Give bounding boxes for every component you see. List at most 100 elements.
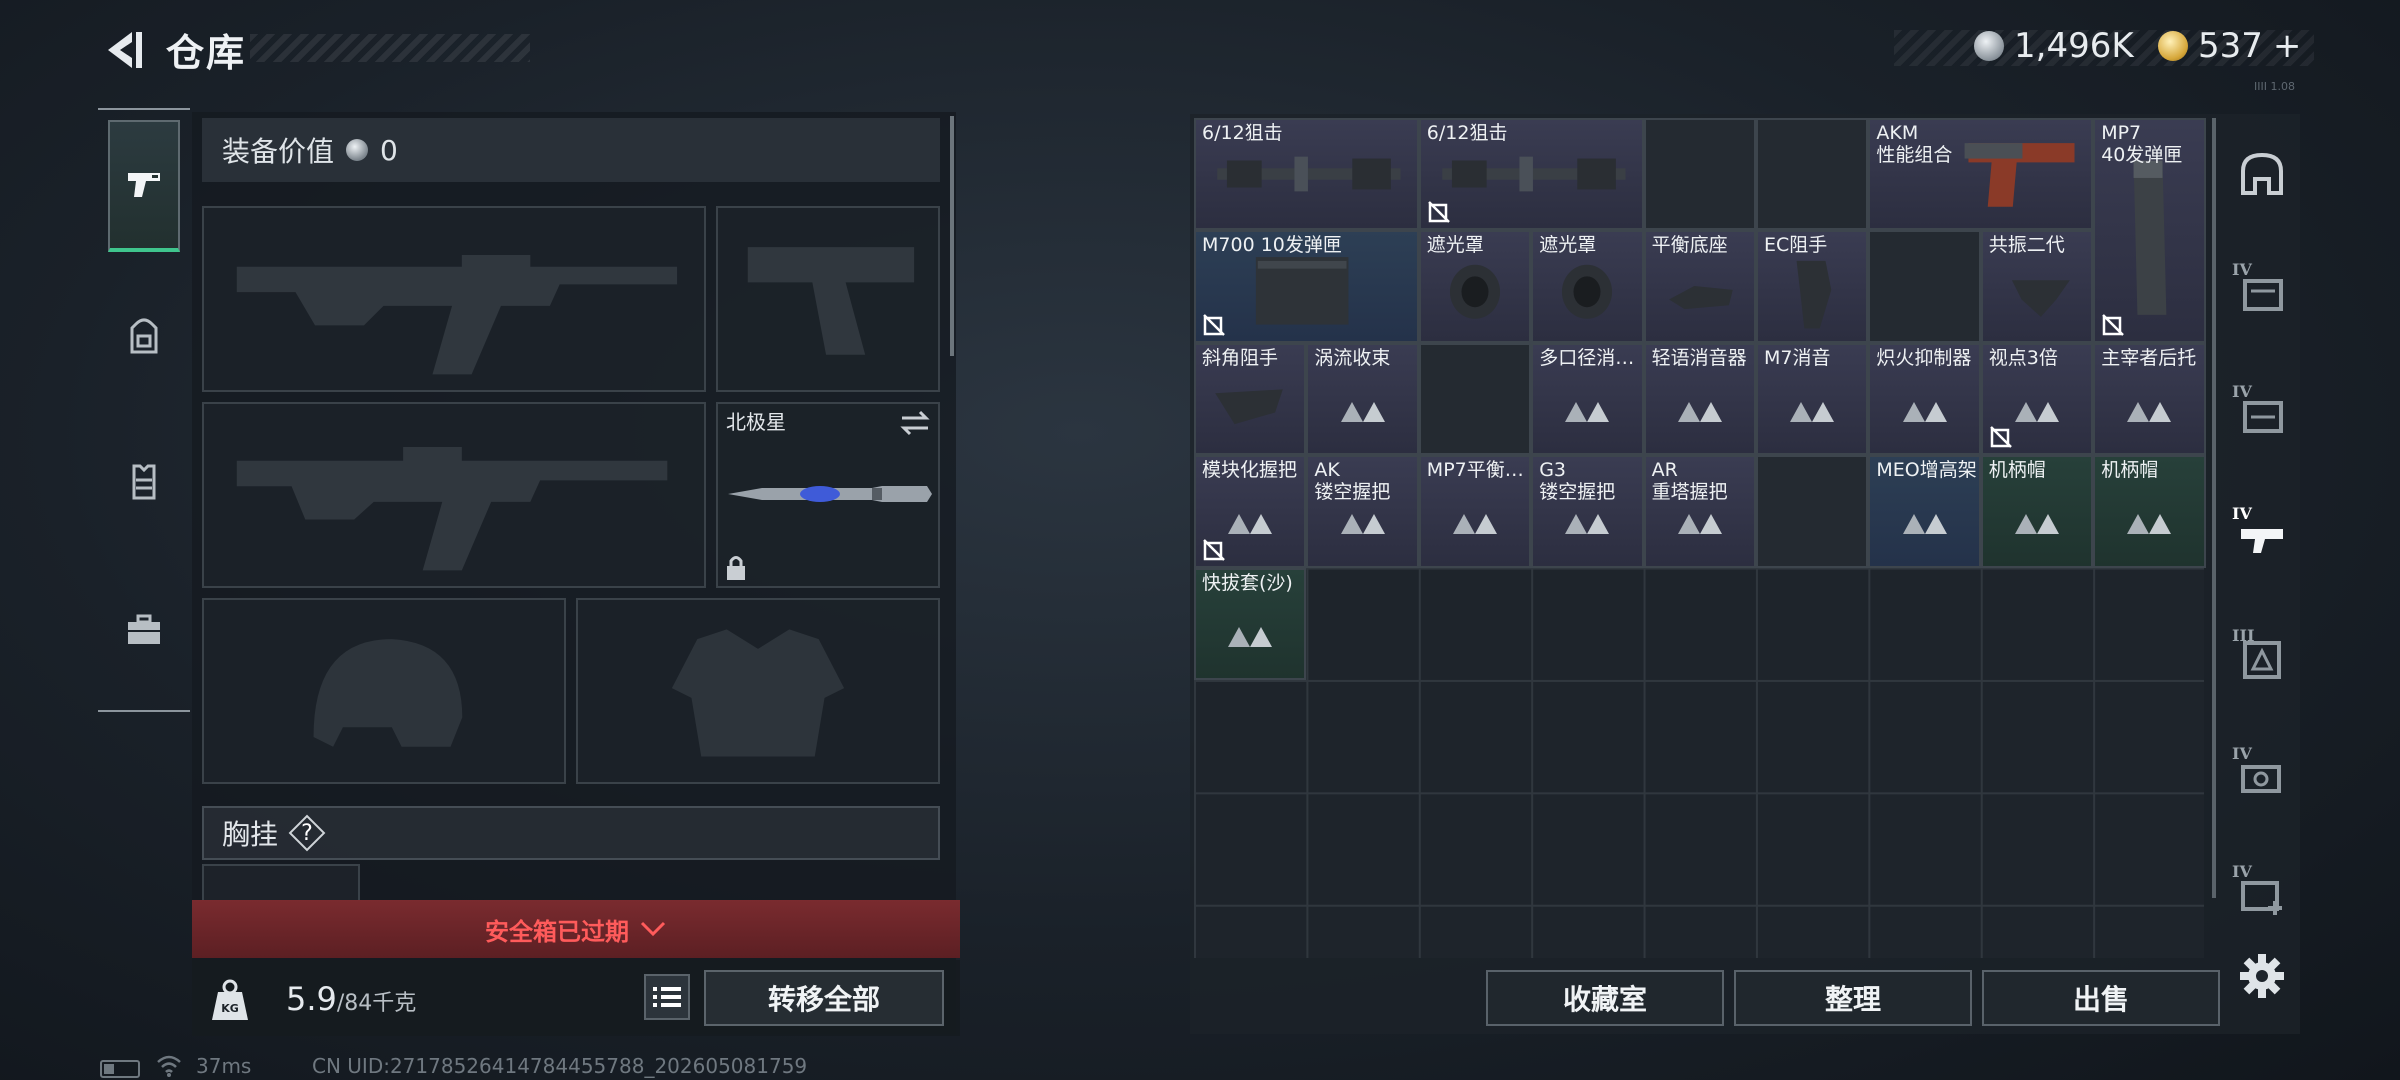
stash-item[interactable]: 6/12狙击 [1418, 118, 1644, 231]
tab-backpack[interactable] [108, 270, 180, 402]
stash-item[interactable]: 机柄帽 [2093, 455, 2206, 568]
tab-weapons[interactable] [108, 120, 180, 252]
tab-vest[interactable] [108, 416, 180, 548]
broken-durability-icon [1427, 201, 1450, 224]
category-all[interactable] [2234, 146, 2290, 206]
equipment-scrollbar[interactable] [950, 116, 954, 356]
rail-divider-top [98, 108, 190, 110]
stash-item-label: MP7 40发弹匣 [2101, 122, 2183, 166]
weight-max: /84千克 [336, 991, 417, 1016]
stash-item-label: EC阻手 [1764, 234, 1828, 257]
category-rig-iv[interactable]: IV [2232, 382, 2290, 444]
category-armor-iv[interactable]: IV [2232, 260, 2290, 322]
equipment-value-bar: 装备价值 0 [202, 118, 940, 182]
stash-item[interactable]: M7消音 [1756, 342, 1869, 456]
safe-box-expired-banner[interactable]: 安全箱已过期 [192, 900, 960, 958]
back-button[interactable] [96, 24, 148, 76]
stash-item[interactable]: 涡流收束 [1306, 342, 1419, 456]
weight-current: 5.9 [286, 980, 337, 1018]
armor-slot[interactable] [576, 598, 940, 784]
helmet-slot[interactable] [202, 598, 566, 784]
weight-readout: 5.9/84千克 [286, 980, 416, 1018]
stash-item[interactable]: 模块化握把 [1194, 455, 1307, 568]
empty-stash-cell[interactable] [1868, 230, 1981, 343]
tier-label: IV [2232, 382, 2252, 401]
silver-amount: 1,496K [2014, 26, 2134, 66]
broken-durability-icon [1203, 538, 1225, 561]
stash-item[interactable]: G3 镂空握把 [1531, 455, 1644, 568]
unknown-item-icon [1677, 514, 1722, 535]
armor-silhouette-icon [671, 629, 845, 757]
stash-item[interactable]: MP7 40发弹匣 [2093, 118, 2206, 343]
vest-icon [132, 464, 156, 500]
empty-stash-cell[interactable] [1756, 455, 1869, 568]
stash-item[interactable]: 炽火抑制器 [1868, 342, 1981, 456]
collection-room-button[interactable]: 收藏室 [1486, 970, 1724, 1026]
melee-item-name: 北极星 [726, 410, 786, 434]
add-gold-button[interactable]: + [2273, 26, 2302, 66]
swap-icon[interactable] [898, 408, 932, 438]
chest-rig-slot[interactable] [202, 864, 360, 904]
category-ammo-iii[interactable]: III [2232, 626, 2290, 688]
list-view-button[interactable] [644, 974, 690, 1020]
transfer-all-button[interactable]: 转移全部 [704, 970, 944, 1026]
stash-item-label: 遮光罩 [1426, 234, 1484, 257]
stash-item-label: 机柄帽 [2101, 459, 2159, 482]
wifi-icon [157, 1055, 181, 1077]
melee-slot[interactable]: 北极星 [716, 402, 940, 588]
stash-item-label: 轻语消音器 [1651, 346, 1747, 369]
sell-button[interactable]: 出售 [1982, 970, 2220, 1026]
category-gear-iv[interactable]: IV [2232, 744, 2290, 806]
empty-stash-cell[interactable] [1418, 342, 1532, 456]
unknown-item-icon [1228, 514, 1273, 535]
sort-button[interactable]: 整理 [1734, 970, 1972, 1026]
stash-item[interactable]: AKM 性能组合 [1868, 118, 2094, 231]
chest-rig-label: 胸挂 [222, 818, 279, 851]
currency-gold[interactable]: 537 + [2158, 26, 2301, 66]
category-weapon-iv[interactable]: IV [2232, 504, 2290, 566]
stash-item[interactable]: 共振二代 [1980, 230, 2094, 343]
rifle-silhouette-icon [236, 254, 678, 375]
back-arrow-icon [108, 32, 142, 68]
secondary-weapon-slot[interactable] [202, 402, 706, 588]
stash-item-label: 斜角阻手 [1202, 346, 1279, 369]
empty-stash-cell[interactable] [1756, 118, 1869, 231]
help-icon-text: ? [301, 820, 313, 846]
stash-item[interactable]: M700 10发弹匣 [1194, 230, 1419, 343]
stash-item[interactable]: 6/12狙击 [1194, 118, 1419, 231]
gold-amount: 537 [2198, 26, 2263, 66]
category-medkit-iv[interactable]: IV [2232, 862, 2290, 924]
stash-item[interactable]: 视点3倍 [1980, 342, 2094, 456]
stash-item[interactable]: 多口径消… [1531, 342, 1644, 456]
stash-item[interactable]: MEO增高架 [1868, 455, 1981, 568]
pistol-silhouette-icon [747, 247, 915, 355]
stash-item[interactable]: AK 镂空握把 [1306, 455, 1419, 568]
stash-item[interactable]: 机柄帽 [1980, 455, 2094, 568]
stash-item[interactable]: 主宰者后托 [2093, 342, 2206, 456]
help-icon[interactable]: ? [292, 818, 322, 848]
gold-coin-icon [2158, 31, 2188, 61]
stash-item[interactable]: 快拔套(沙) [1194, 567, 1307, 680]
stash-item[interactable]: AR 重塔握把 [1643, 455, 1756, 568]
uid-readout: CN UID:27178526414784455788_202605081759 [312, 1054, 808, 1078]
stash-item[interactable]: MP7平衡… [1418, 455, 1532, 568]
page-title: 仓库 [166, 31, 247, 75]
primary-weapon-slot[interactable] [202, 206, 706, 392]
stash-item[interactable]: 斜角阻手 [1194, 342, 1307, 456]
settings-gear-icon[interactable] [2236, 950, 2288, 1002]
weight-icon: KG [212, 979, 248, 1020]
broken-durability-icon [1203, 313, 1225, 336]
empty-stash-cell[interactable] [1643, 118, 1756, 231]
stash-item[interactable]: 遮光罩 [1531, 230, 1644, 343]
stash-item[interactable]: 轻语消音器 [1643, 342, 1756, 456]
stash-scrollbar[interactable] [2212, 118, 2216, 898]
unknown-item-icon [1340, 514, 1385, 535]
svg-text:KG: KG [221, 1002, 239, 1015]
sidearm-slot[interactable] [716, 206, 940, 392]
broken-durability-icon [2102, 313, 2125, 336]
tab-case[interactable] [108, 564, 180, 696]
stash-item[interactable]: 遮光罩 [1418, 230, 1532, 343]
stash-item[interactable]: EC阻手 [1756, 230, 1869, 343]
stash-item[interactable]: 平衡底座 [1643, 230, 1756, 343]
unknown-item-icon [2127, 401, 2172, 422]
